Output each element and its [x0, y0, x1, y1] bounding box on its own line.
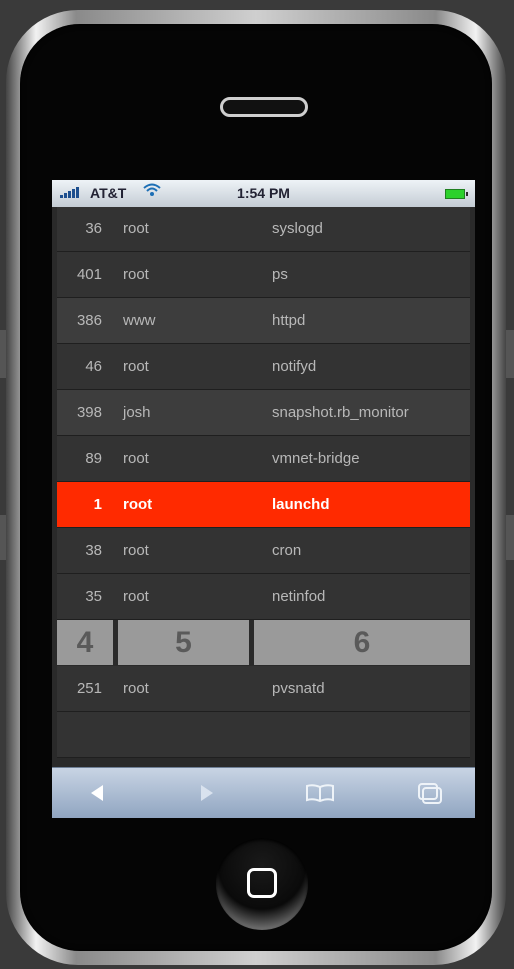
- user: root: [123, 450, 149, 467]
- pages-icon: [418, 783, 442, 804]
- pid: 1: [93, 496, 102, 513]
- battery-icon: [445, 189, 468, 199]
- column-header-user[interactable]: 5: [118, 620, 249, 665]
- back-button[interactable]: [82, 778, 112, 808]
- pid: 46: [85, 358, 102, 375]
- speaker-grille: [220, 97, 308, 117]
- process-row[interactable]: 401 root ps: [57, 252, 470, 298]
- pid: 401: [76, 266, 102, 283]
- screen: 236 root ntpd 36 root syslogd 401 root p…: [52, 180, 475, 818]
- command: snapshot.rb_monitor: [272, 404, 409, 421]
- forward-arrow-icon: [201, 785, 213, 801]
- process-row[interactable]: 398 josh snapshot.rb_monitor: [57, 390, 470, 436]
- back-arrow-icon: [91, 785, 103, 801]
- process-row[interactable]: 89 root vmnet-bridge: [57, 436, 470, 482]
- command: launchd: [272, 496, 330, 513]
- pid: 386: [76, 312, 102, 329]
- user: root: [123, 496, 153, 513]
- user: root: [123, 542, 149, 559]
- pid: 35: [85, 588, 102, 605]
- command: notifyd: [272, 358, 317, 375]
- pid: 398: [76, 404, 102, 421]
- command: netinfod: [272, 588, 326, 605]
- column-header-command[interactable]: 6: [254, 620, 470, 665]
- process-list: 236 root ntpd 36 root syslogd 401 root p…: [57, 180, 470, 758]
- pages-button[interactable]: [412, 778, 448, 808]
- bookmarks-button[interactable]: [302, 778, 338, 808]
- column-header-pid[interactable]: 4: [57, 620, 113, 665]
- user: root: [123, 358, 149, 375]
- process-row[interactable]: [57, 712, 470, 758]
- command: syslogd: [272, 220, 323, 237]
- clock: 1:54 PM: [237, 185, 290, 201]
- pid: 251: [76, 680, 102, 697]
- process-row[interactable]: 386 www httpd: [57, 298, 470, 344]
- pid: 89: [85, 450, 102, 467]
- process-row[interactable]: 35 root netinfod: [57, 574, 470, 620]
- pid: 36: [85, 220, 102, 237]
- process-row-selected[interactable]: 1 root launchd: [57, 482, 470, 528]
- process-row[interactable]: 38 root cron: [57, 528, 470, 574]
- home-button[interactable]: [216, 838, 308, 930]
- status-bar: AT&T 1:54 PM: [52, 180, 475, 207]
- process-row[interactable]: 46 root notifyd: [57, 344, 470, 390]
- command: pvsnatd: [272, 680, 325, 697]
- command: vmnet-bridge: [272, 450, 360, 467]
- user: root: [123, 588, 149, 605]
- column-header: 4 5 6: [57, 620, 470, 665]
- user: root: [123, 680, 149, 697]
- command: cron: [272, 542, 302, 559]
- pid: 38: [85, 542, 102, 559]
- process-row[interactable]: 251 root pvsnatd: [57, 666, 470, 712]
- forward-button[interactable]: [192, 778, 222, 808]
- user: root: [123, 266, 149, 283]
- command: ps: [272, 266, 288, 283]
- process-row[interactable]: 36 root syslogd: [57, 206, 470, 252]
- user: root: [123, 220, 149, 237]
- safari-toolbar: [52, 767, 475, 818]
- command: httpd: [272, 312, 306, 329]
- user: josh: [123, 404, 151, 421]
- home-square-icon: [247, 868, 277, 898]
- bookmarks-icon: [306, 784, 334, 803]
- user: www: [123, 312, 156, 329]
